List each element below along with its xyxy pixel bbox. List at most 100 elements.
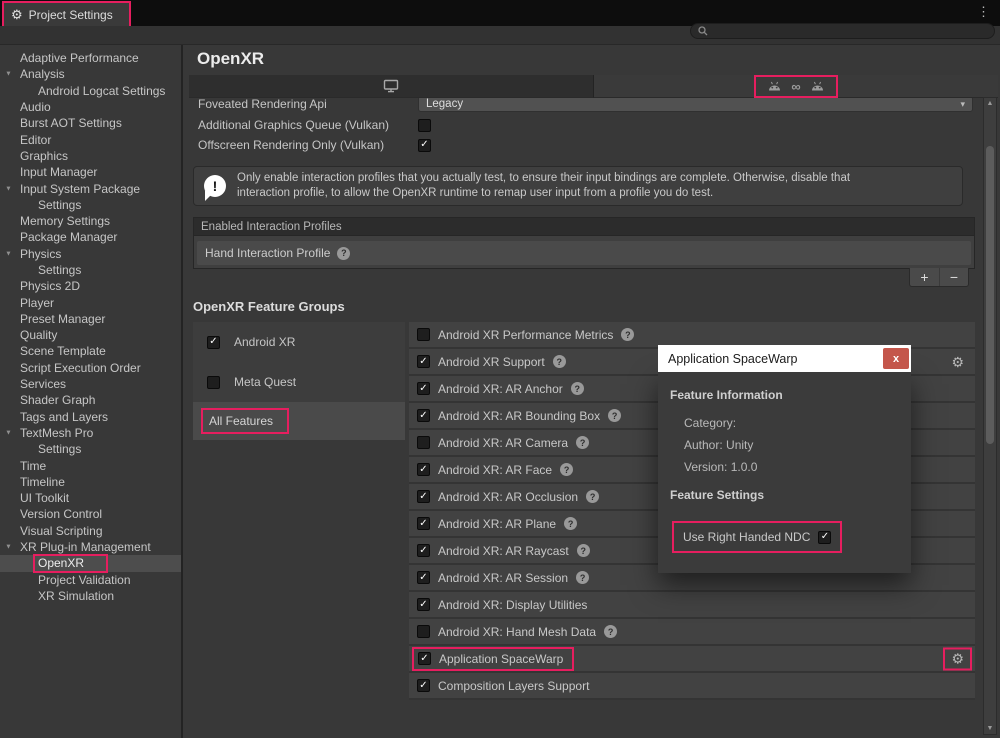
android-xr-ar-session-checkbox[interactable]: ✓ xyxy=(417,571,430,584)
remove-profile-button[interactable]: − xyxy=(939,268,968,286)
sidebar-item-quality[interactable]: Quality xyxy=(0,327,181,343)
help-icon[interactable]: ? xyxy=(604,625,617,638)
help-icon[interactable]: ? xyxy=(621,328,634,341)
sidebar-item-time[interactable]: Time xyxy=(0,457,181,473)
sidebar-item-graphics[interactable]: Graphics xyxy=(0,148,181,164)
sidebar-item-script-execution-order[interactable]: Script Execution Order xyxy=(0,360,181,376)
sidebar-item-player[interactable]: Player xyxy=(0,294,181,310)
feature-group-meta-quest[interactable]: Meta Quest xyxy=(193,362,405,402)
help-icon[interactable]: ? xyxy=(576,436,589,449)
sidebar-item-tags-and-layers[interactable]: Tags and Layers xyxy=(0,409,181,425)
android-xr-display-utilities-checkbox[interactable]: ✓ xyxy=(417,598,430,611)
tab-android-xr-platforms[interactable]: ∞ xyxy=(594,75,998,98)
application-spacewarp-checkbox[interactable]: ✓ xyxy=(418,652,431,665)
help-icon[interactable]: ? xyxy=(608,409,621,422)
sidebar-item-input-manager[interactable]: Input Manager xyxy=(0,164,181,180)
sidebar-item-openxr[interactable]: OpenXR xyxy=(0,555,181,571)
all-features-label: All Features xyxy=(201,408,289,434)
composition-layers-support-checkbox[interactable]: ✓ xyxy=(417,679,430,692)
add-profile-button[interactable]: + xyxy=(910,268,939,286)
chevron-expanded-icon[interactable]: ▼ xyxy=(5,70,12,78)
android-xr-support-checkbox[interactable]: ✓ xyxy=(417,355,430,368)
gear-icon[interactable]: ⚙ xyxy=(951,355,964,369)
additional-graphics-queue-vulkan-checkbox[interactable] xyxy=(418,119,431,132)
chevron-expanded-icon[interactable]: ▼ xyxy=(5,249,12,257)
sidebar-item-version-control[interactable]: Version Control xyxy=(0,506,181,522)
sidebar-item-label: Script Execution Order xyxy=(20,361,141,375)
android-xr-ar-face-checkbox[interactable]: ✓ xyxy=(417,463,430,476)
android-xr-ar-raycast-checkbox[interactable]: ✓ xyxy=(417,544,430,557)
search-box[interactable] xyxy=(690,23,995,39)
feature-row-application-spacewarp[interactable]: ✓Application SpaceWarp⚙ xyxy=(409,646,975,673)
sidebar-item-settings[interactable]: Settings xyxy=(0,197,181,213)
android-xr-performance-metrics-checkbox[interactable] xyxy=(417,328,430,341)
sidebar-item-timeline[interactable]: Timeline xyxy=(0,474,181,490)
android-xr-ar-anchor-checkbox[interactable]: ✓ xyxy=(417,382,430,395)
sidebar-item-burst-aot-settings[interactable]: Burst AOT Settings xyxy=(0,115,181,131)
search-input[interactable] xyxy=(713,25,987,37)
android-xr-checkbox[interactable]: ✓ xyxy=(207,336,220,349)
interaction-profiles-list: Hand Interaction Profile? xyxy=(193,236,975,269)
sidebar-item-audio[interactable]: Audio xyxy=(0,99,181,115)
sidebar-item-shader-graph[interactable]: Shader Graph xyxy=(0,392,181,408)
all-features-item[interactable]: All Features xyxy=(193,402,405,440)
kebab-menu-icon[interactable]: ⋮ xyxy=(977,4,990,20)
sidebar-item-analysis[interactable]: ▼Analysis xyxy=(0,66,181,82)
android-xr-ar-bounding-box-checkbox[interactable]: ✓ xyxy=(417,409,430,422)
feature-row-android-xr-hand-mesh-data[interactable]: Android XR: Hand Mesh Data? xyxy=(409,619,975,646)
android-xr-ar-plane-checkbox[interactable]: ✓ xyxy=(417,517,430,530)
help-icon[interactable]: ? xyxy=(577,544,590,557)
feature-label: Composition Layers Support xyxy=(438,679,589,693)
sidebar-item-xr-plug-in-management[interactable]: ▼XR Plug-in Management xyxy=(0,539,181,555)
android-xr-hand-mesh-data-checkbox[interactable] xyxy=(417,625,430,638)
sidebar-item-settings[interactable]: Settings xyxy=(0,441,181,457)
close-icon[interactable]: x xyxy=(883,348,909,369)
feature-group-android-xr[interactable]: ✓Android XR xyxy=(193,322,405,362)
use-right-handed-ndc-checkbox[interactable]: ✓ xyxy=(818,531,831,544)
help-icon[interactable]: ? xyxy=(553,355,566,368)
scroll-down-icon[interactable]: ▼ xyxy=(984,725,996,732)
sidebar-item-textmesh-pro[interactable]: ▼TextMesh Pro xyxy=(0,425,181,441)
chevron-expanded-icon[interactable]: ▼ xyxy=(5,542,12,550)
help-icon[interactable]: ? xyxy=(560,463,573,476)
check-icon: ✓ xyxy=(420,654,428,664)
foveated-rendering-api-dropdown[interactable]: Legacy▾ xyxy=(418,98,973,112)
sidebar-item-project-validation[interactable]: Project Validation xyxy=(0,572,181,588)
sidebar-item-physics[interactable]: ▼Physics xyxy=(0,246,181,262)
feature-row-composition-layers-support[interactable]: ✓ Composition Layers Support xyxy=(409,673,975,700)
sidebar-item-preset-manager[interactable]: Preset Manager xyxy=(0,311,181,327)
vertical-scrollbar[interactable]: ▲ ▼ xyxy=(983,97,997,735)
android-xr-ar-occlusion-checkbox[interactable]: ✓ xyxy=(417,490,430,503)
sidebar-item-memory-settings[interactable]: Memory Settings xyxy=(0,213,181,229)
scrollbar-thumb[interactable] xyxy=(986,146,994,444)
meta-quest-checkbox[interactable] xyxy=(207,376,220,389)
sidebar-item-settings[interactable]: Settings xyxy=(0,262,181,278)
android-xr-ar-camera-checkbox[interactable] xyxy=(417,436,430,449)
profile-row-hand-interaction-profile[interactable]: Hand Interaction Profile? xyxy=(197,241,971,265)
sidebar-item-input-system-package[interactable]: ▼Input System Package xyxy=(0,180,181,196)
sidebar-item-package-manager[interactable]: Package Manager xyxy=(0,229,181,245)
help-icon[interactable]: ? xyxy=(586,490,599,503)
sidebar-item-android-logcat-settings[interactable]: Android Logcat Settings xyxy=(0,83,181,99)
chevron-expanded-icon[interactable]: ▼ xyxy=(5,184,12,192)
sidebar-item-editor[interactable]: Editor xyxy=(0,131,181,147)
tab-desktop-platforms[interactable] xyxy=(189,75,594,98)
help-icon[interactable]: ? xyxy=(337,247,350,260)
project-settings-tab[interactable]: ⚙ Project Settings xyxy=(4,3,129,26)
sidebar-item-xr-simulation[interactable]: XR Simulation xyxy=(0,588,181,604)
chevron-expanded-icon[interactable]: ▼ xyxy=(5,428,12,436)
help-icon[interactable]: ? xyxy=(571,382,584,395)
gear-icon[interactable]: ⚙ xyxy=(951,651,964,665)
offscreen-rendering-only-vulkan-checkbox[interactable]: ✓ xyxy=(418,139,431,152)
sidebar-item-ui-toolkit[interactable]: UI Toolkit xyxy=(0,490,181,506)
sidebar-item-visual-scripting[interactable]: Visual Scripting xyxy=(0,523,181,539)
help-icon[interactable]: ? xyxy=(564,517,577,530)
sidebar-item-adaptive-performance[interactable]: Adaptive Performance xyxy=(0,50,181,66)
feature-label: Android XR: AR Session xyxy=(438,571,568,585)
sidebar-item-physics-2d[interactable]: Physics 2D xyxy=(0,278,181,294)
help-icon[interactable]: ? xyxy=(576,571,589,584)
sidebar-item-scene-template[interactable]: Scene Template xyxy=(0,343,181,359)
scroll-up-icon[interactable]: ▲ xyxy=(984,100,996,107)
sidebar-item-services[interactable]: Services xyxy=(0,376,181,392)
feature-row-android-xr-display-utilities[interactable]: ✓Android XR: Display Utilities xyxy=(409,592,975,619)
